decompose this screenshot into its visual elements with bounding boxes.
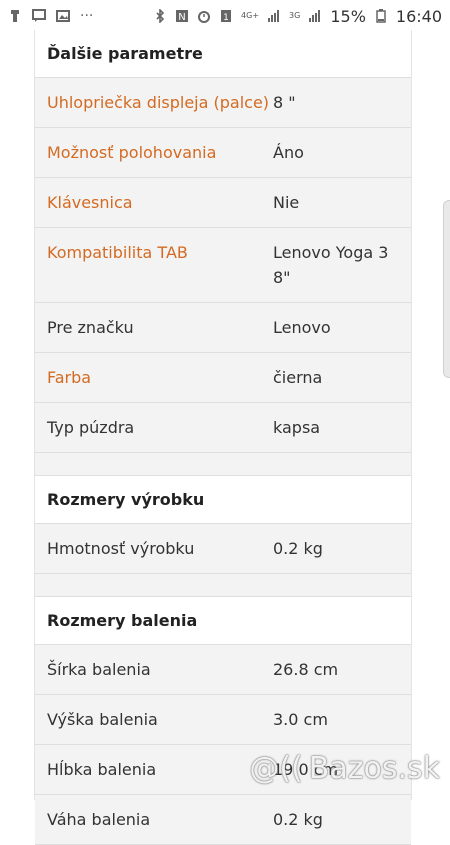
status-right: N 1 4G+ 3G 15% 16:40 [153, 7, 442, 26]
row-value: Nie [273, 193, 300, 212]
row-label: Šírka balenia [47, 660, 151, 679]
network-label-4g: 4G+ [241, 11, 260, 20]
battery-icon [374, 9, 388, 23]
image-icon [56, 9, 70, 23]
table-row: Výška balenia 3.0 cm [35, 695, 411, 745]
row-value: 3.0 cm [273, 710, 328, 729]
watermark-text: Bazos.sk [308, 751, 440, 786]
bazos-watermark: @(( Bazos.sk [249, 751, 440, 786]
table-row: Farba čierna [35, 353, 411, 403]
section-divider [35, 453, 411, 476]
alarm-icon [197, 9, 211, 23]
table-row: Šírka balenia 26.8 cm [35, 645, 411, 695]
nfc-icon: N [175, 9, 189, 23]
scrollbar-thumb[interactable] [443, 200, 450, 378]
row-value: 0.2 kg [273, 810, 323, 829]
row-label[interactable]: Farba [47, 365, 273, 390]
section-title-package-dimensions: Rozmery balenia [35, 597, 411, 645]
row-label[interactable]: Klávesnica [47, 190, 273, 215]
signal-icon-2 [308, 9, 322, 23]
section-title-product-dimensions: Rozmery výrobku [35, 476, 411, 524]
sim-icon: 1 [219, 9, 233, 23]
table-row: Možnosť polohovania Áno [35, 128, 411, 178]
row-label: Výška balenia [47, 710, 158, 729]
section-divider [35, 574, 411, 597]
row-value: Áno [273, 143, 304, 162]
svg-text:1: 1 [223, 13, 229, 23]
bluetooth-icon [153, 8, 167, 24]
row-value: 8 " [273, 93, 296, 112]
usb-icon [8, 9, 22, 23]
table-row: Uhlopriečka displeja (palce) 8 " [35, 78, 411, 128]
table-row: Typ púzdra kapsa [35, 403, 411, 453]
parameters-panel: Ďalšie parametre Uhlopriečka displeja (p… [34, 30, 412, 845]
status-left: ··· [8, 8, 93, 24]
network-label-3g: 3G [289, 11, 301, 20]
row-value: čierna [273, 368, 323, 387]
row-label: Hĺbka balenia [47, 760, 157, 779]
status-bar: ··· N 1 4G+ 3G 15% 16:40 [0, 0, 450, 32]
row-label[interactable]: Možnosť polohovania [47, 140, 273, 165]
row-label[interactable]: Uhlopriečka displeja (palce) [47, 90, 273, 115]
row-value: Lenovo Yoga 3 8" [273, 243, 389, 287]
row-value: 26.8 cm [273, 660, 339, 679]
time: 16:40 [395, 6, 442, 26]
row-label: Váha balenia [47, 810, 151, 829]
table-row: Klávesnica Nie [35, 178, 411, 228]
row-label: Pre značku [47, 318, 134, 337]
bazos-logo-icon: @(( [249, 751, 303, 786]
section-title-other-parameters: Ďalšie parametre [35, 30, 411, 78]
message-icon [32, 9, 46, 23]
table-row: Kompatibilita TAB Lenovo Yoga 3 8" [35, 228, 411, 303]
row-value: 0.2 kg [273, 539, 323, 558]
signal-icon [267, 9, 281, 23]
row-label[interactable]: Kompatibilita TAB [47, 240, 273, 265]
battery-percent: 15% [330, 6, 366, 26]
row-label: Hmotnosť výrobku [47, 539, 195, 558]
table-row: Váha balenia 0.2 kg [35, 795, 411, 845]
table-row: Hmotnosť výrobku 0.2 kg [35, 524, 411, 574]
row-label: Typ púzdra [47, 418, 135, 437]
row-value: kapsa [273, 418, 321, 437]
row-value: Lenovo [273, 318, 331, 337]
svg-text:N: N [178, 12, 185, 23]
more-icon: ··· [80, 8, 94, 24]
table-row: Pre značku Lenovo [35, 303, 411, 353]
